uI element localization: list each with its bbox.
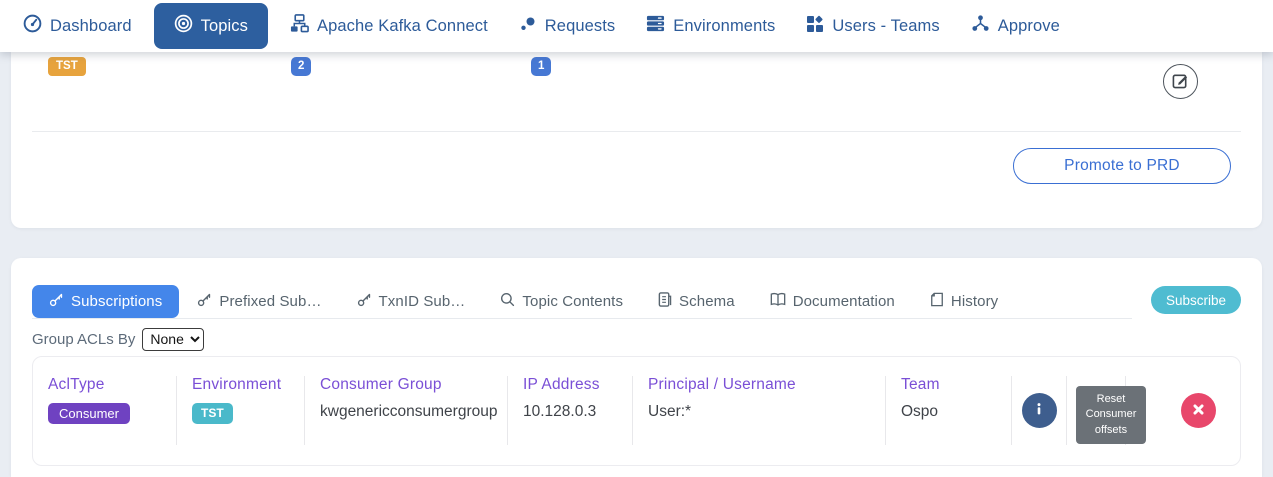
history-icon	[930, 292, 944, 311]
tab-label: Documentation	[793, 293, 895, 310]
team-value: Ospo	[901, 403, 938, 420]
environment-cell: Environment TST	[177, 376, 305, 445]
partitions-count-badge: 2	[291, 57, 311, 76]
group-acls-label: Group ACLs By	[32, 331, 135, 348]
principal-header: Principal / Username	[648, 376, 885, 394]
server-stack-icon	[646, 14, 665, 38]
key-icon	[197, 292, 212, 311]
nav-item-label: Requests	[545, 17, 616, 36]
reset-consumer-offsets-tooltip[interactable]: Reset Consumer offsets	[1076, 386, 1146, 444]
edit-icon	[1172, 72, 1189, 92]
tab-label: History	[951, 293, 998, 310]
nav-item-users-teams[interactable]: Users - Teams	[797, 3, 948, 49]
subscriptions-card: Subscriptions Prefixed Sub… TxnID Sub… T…	[11, 258, 1262, 477]
close-icon	[1191, 402, 1206, 420]
sitemap-icon	[290, 14, 309, 38]
environment-badge: TST	[192, 403, 233, 424]
delete-acl-button[interactable]	[1181, 393, 1216, 428]
bullseye-icon	[174, 14, 193, 38]
nav-item-requests[interactable]: Requests	[510, 3, 625, 49]
nav-item-approve[interactable]: Approve	[962, 3, 1069, 49]
promote-to-prd-button[interactable]: Promote to PRD	[1013, 148, 1231, 184]
nav-item-label: Environments	[673, 17, 775, 36]
environment-badge: TST	[48, 57, 86, 76]
consumer-group-value: kwgenericconsumergroup	[320, 403, 497, 420]
key-icon	[49, 292, 64, 311]
consumer-group-cell: Consumer Group kwgenericconsumergroup	[305, 376, 508, 445]
info-icon	[1032, 402, 1046, 419]
nav-item-kafka-connect[interactable]: Apache Kafka Connect	[281, 3, 497, 49]
nav-item-environments[interactable]: Environments	[637, 3, 784, 49]
file-icon	[658, 292, 672, 311]
team-cell: Team Ospo	[886, 376, 1012, 445]
edit-topic-button[interactable]	[1163, 64, 1198, 99]
tab-schema[interactable]: Schema	[641, 285, 752, 318]
principal-cell: Principal / Username User:*	[633, 376, 886, 445]
tab-label: Prefixed Sub…	[219, 293, 321, 310]
tab-subscriptions[interactable]: Subscriptions	[32, 285, 179, 318]
environment-header: Environment	[192, 376, 304, 394]
book-icon	[770, 292, 786, 311]
info-cell	[1012, 376, 1067, 445]
tabs-row: Subscriptions Prefixed Sub… TxnID Sub… T…	[32, 285, 1241, 319]
ip-address-cell: IP Address 10.128.0.3	[508, 376, 633, 445]
team-header: Team	[901, 376, 1011, 394]
principal-value: User:*	[648, 403, 691, 420]
nav-item-label: Dashboard	[50, 17, 132, 36]
squares-icon	[806, 15, 824, 38]
tab-label: Topic Contents	[522, 293, 623, 310]
tab-documentation[interactable]: Documentation	[753, 285, 912, 318]
share-nodes-icon	[971, 14, 990, 38]
tab-topic-contents[interactable]: Topic Contents	[483, 285, 640, 318]
nav-item-topics[interactable]: Topics	[154, 3, 268, 49]
subscribe-button[interactable]: Subscribe	[1151, 286, 1241, 314]
gauge-icon	[23, 14, 42, 38]
nav-item-dashboard[interactable]: Dashboard	[14, 3, 141, 49]
consumer-group-header: Consumer Group	[320, 376, 507, 394]
dots-icon	[519, 15, 537, 38]
tab-txnid-subs[interactable]: TxnID Sub…	[340, 285, 483, 318]
acl-table-row: AclType Consumer Environment TST Consume…	[32, 356, 1241, 466]
ip-address-header: IP Address	[523, 376, 632, 394]
key-icon	[357, 292, 372, 311]
acl-type-header: AclType	[48, 376, 176, 394]
nav-item-label: Topics	[201, 17, 248, 36]
tab-label: Subscriptions	[71, 293, 162, 310]
ip-address-value: 10.128.0.3	[523, 403, 596, 420]
search-icon	[500, 292, 515, 311]
group-acls-row: Group ACLs By None	[32, 327, 1241, 351]
nav-item-label: Apache Kafka Connect	[317, 17, 488, 36]
nav-item-label: Users - Teams	[832, 17, 939, 36]
card-divider	[32, 131, 1241, 132]
tab-bar: Subscriptions Prefixed Sub… TxnID Sub… T…	[32, 285, 1132, 319]
top-navbar: Dashboard Topics Apache Kafka Connect Re…	[0, 0, 1273, 52]
nav-item-label: Approve	[998, 17, 1060, 36]
group-acls-select[interactable]: None	[142, 328, 204, 351]
tab-history[interactable]: History	[913, 285, 1015, 318]
acl-info-button[interactable]	[1022, 393, 1057, 428]
tab-prefixed-subs[interactable]: Prefixed Sub…	[180, 285, 338, 318]
acl-type-badge: Consumer	[48, 403, 130, 424]
tab-label: Schema	[679, 293, 735, 310]
topic-overview-card: TST 2 1 Promote to PRD	[11, 52, 1262, 228]
acl-type-cell: AclType Consumer	[33, 376, 177, 445]
replicas-count-badge: 1	[531, 57, 551, 76]
tab-label: TxnID Sub…	[379, 293, 466, 310]
